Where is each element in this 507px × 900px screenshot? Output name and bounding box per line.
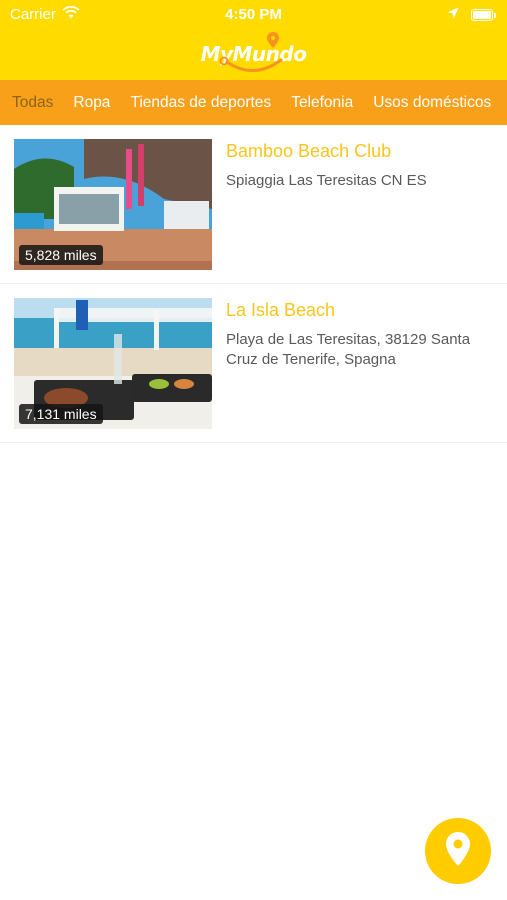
map-view-button[interactable]	[425, 818, 491, 884]
status-right	[447, 6, 496, 23]
tab-todas[interactable]: Todas	[0, 94, 61, 112]
tab-ropa[interactable]: Ropa	[61, 94, 118, 112]
tab-telefonia[interactable]: Telefonia	[279, 94, 361, 112]
places-list: 5,828 miles Bamboo Beach Club Spiaggia L…	[0, 125, 507, 443]
distance-badge: 5,828 miles	[19, 245, 103, 265]
place-address: Spiaggia Las Teresitas CN ES	[226, 172, 427, 189]
place-photo: 5,828 miles	[14, 139, 212, 270]
place-address: Playa de Las Teresitas, 38129 Santa Cruz…	[226, 331, 471, 368]
place-name: La Isla Beach	[226, 300, 336, 320]
place-row-bamboo-beach-club[interactable]: 5,828 miles Bamboo Beach Club Spiaggia L…	[0, 125, 507, 284]
app-header: Carrier 4:50 PM MyMundo	[0, 0, 507, 80]
tab-tiendas-de-deportes[interactable]: Tiendas de deportes	[118, 94, 279, 112]
place-name: Bamboo Beach Club	[226, 141, 392, 161]
battery-icon	[471, 8, 496, 21]
distance-badge: 7,131 miles	[19, 404, 103, 424]
logo-smile-icon	[219, 32, 282, 72]
app-logo: MyMundo	[0, 28, 507, 80]
place-row-la-isla-beach[interactable]: 7,131 miles La Isla Beach Playa de Las T…	[0, 284, 507, 443]
status-time: 4:50 PM	[225, 6, 282, 23]
status-bar: Carrier 4:50 PM	[0, 0, 507, 28]
tab-usos-domesticos[interactable]: Usos domésticos	[361, 94, 499, 112]
place-photo: 7,131 miles	[14, 298, 212, 429]
map-pin-icon	[445, 831, 471, 872]
location-arrow-icon	[447, 6, 459, 23]
category-tabs: Todas Ropa Tiendas de deportes Telefonia…	[0, 80, 507, 125]
